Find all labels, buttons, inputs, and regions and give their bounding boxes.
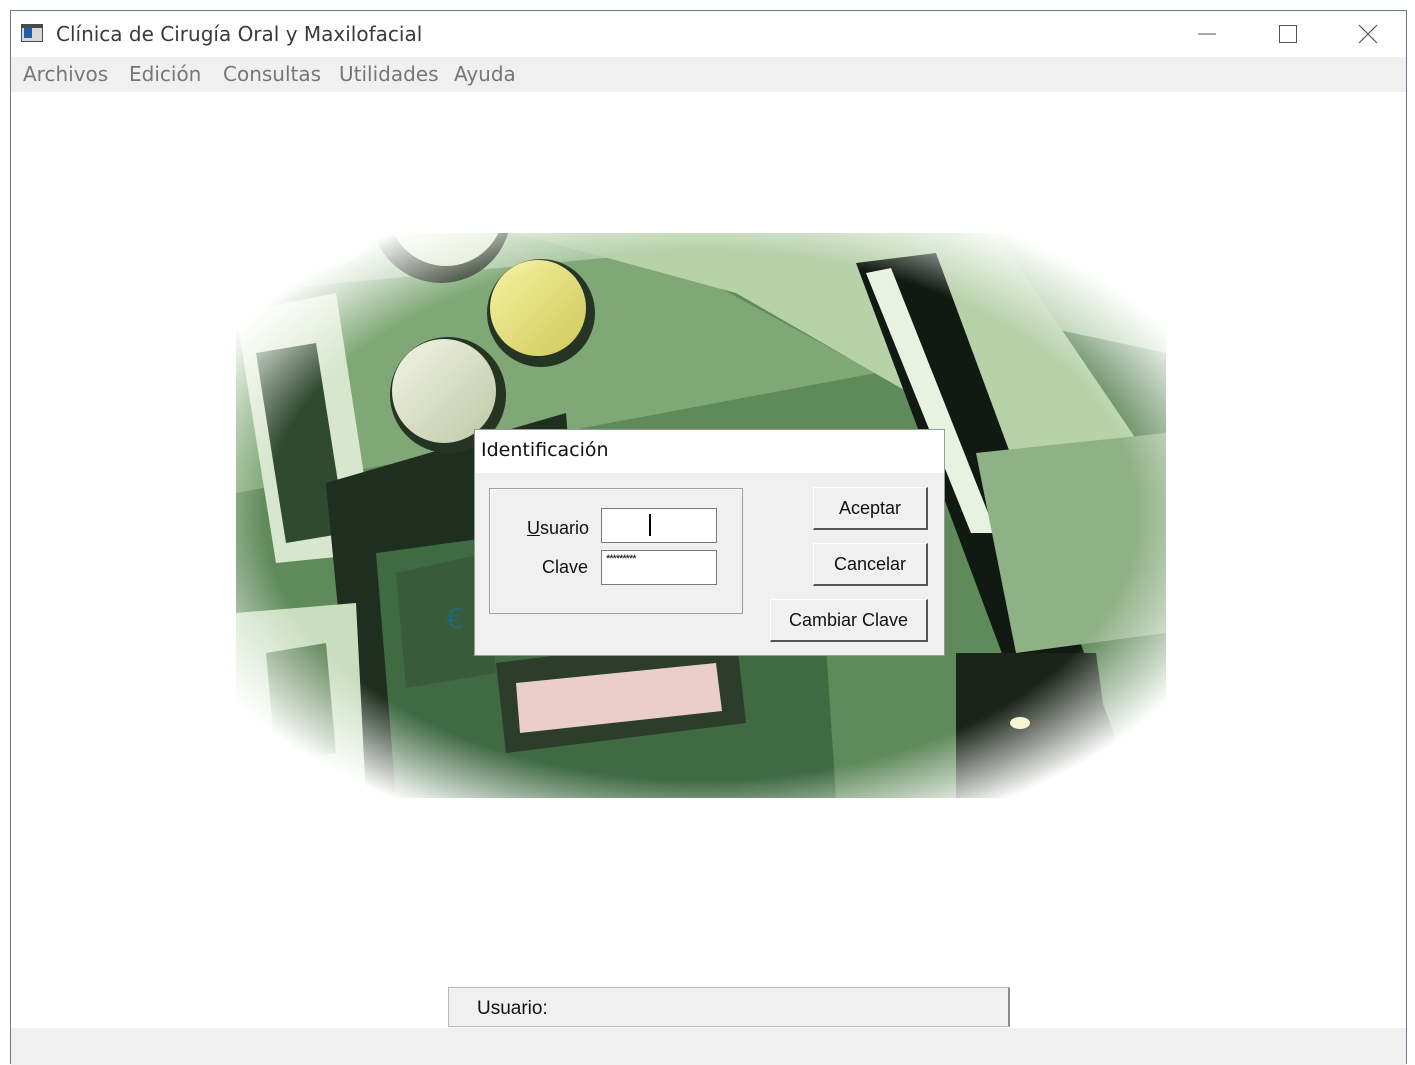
status-user-label: Usuario: — [477, 998, 548, 1019]
status-user-panel: Usuario: — [448, 987, 1010, 1027]
menu-utilidades[interactable]: Utilidades — [339, 62, 439, 86]
user-input[interactable] — [601, 508, 717, 543]
menu-consultas[interactable]: Consultas — [223, 62, 321, 86]
user-label-text: suario — [540, 518, 590, 538]
minimize-icon[interactable] — [1167, 11, 1247, 57]
change-password-button[interactable]: Cambiar Clave — [770, 599, 928, 642]
user-label: Usuario — [527, 518, 589, 539]
password-mask: ********* — [606, 553, 637, 565]
close-icon[interactable] — [1328, 11, 1408, 57]
maximize-icon[interactable] — [1248, 11, 1328, 57]
app-icon[interactable] — [21, 24, 43, 42]
menu-bar: Archivos Edición Consultas Utilidades Ay… — [11, 57, 1406, 92]
accept-button[interactable]: Aceptar — [813, 487, 928, 530]
text-caret — [649, 514, 651, 536]
dialog-title: Identificación — [475, 430, 944, 473]
bottom-bar — [11, 1028, 1406, 1065]
main-window: Clínica de Cirugía Oral y Maxilofacial A… — [10, 10, 1407, 1065]
user-label-mnemonic: U — [527, 518, 540, 538]
password-label: Clave — [542, 557, 589, 577]
menu-archivos[interactable]: Archivos — [23, 62, 108, 86]
credentials-group: Usuario Clave ********* — [489, 488, 743, 614]
password-input[interactable]: ********* — [601, 550, 717, 585]
title-bar[interactable]: Clínica de Cirugía Oral y Maxilofacial — [11, 11, 1406, 57]
menu-ayuda[interactable]: Ayuda — [454, 62, 516, 86]
menu-edicion[interactable]: Edición — [129, 62, 201, 86]
cancel-button[interactable]: Cancelar — [813, 543, 928, 586]
window-title: Clínica de Cirugía Oral y Maxilofacial — [56, 22, 423, 46]
login-dialog: Identificación Usuario Clave ********* A… — [474, 429, 945, 656]
